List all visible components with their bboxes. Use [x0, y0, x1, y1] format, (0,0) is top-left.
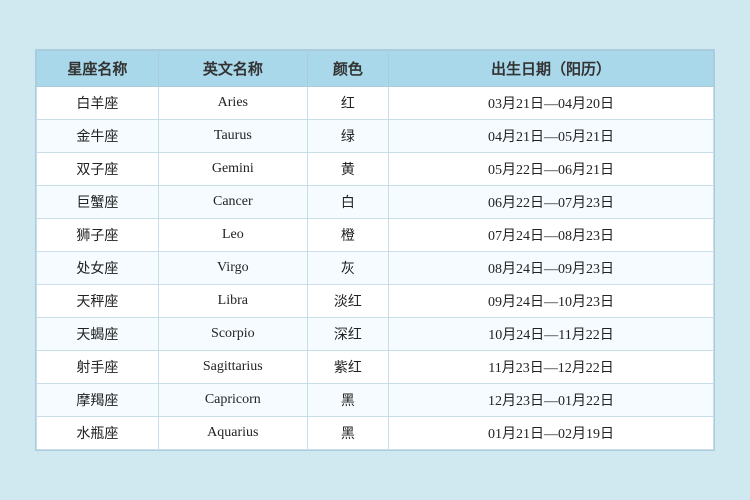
cell-cn-7: 天蝎座 [37, 318, 159, 351]
header-en-name: 英文名称 [158, 51, 307, 87]
cell-cn-4: 狮子座 [37, 219, 159, 252]
cell-color-8: 紫红 [307, 351, 388, 384]
table-row: 金牛座Taurus绿04月21日—05月21日 [37, 120, 714, 153]
cell-color-2: 黄 [307, 153, 388, 186]
table-row: 摩羯座Capricorn黑12月23日—01月22日 [37, 384, 714, 417]
table-row: 双子座Gemini黄05月22日—06月21日 [37, 153, 714, 186]
table-row: 处女座Virgo灰08月24日—09月23日 [37, 252, 714, 285]
cell-date-5: 08月24日—09月23日 [389, 252, 714, 285]
table-row: 白羊座Aries红03月21日—04月20日 [37, 87, 714, 120]
cell-en-7: Scorpio [158, 318, 307, 351]
cell-cn-1: 金牛座 [37, 120, 159, 153]
header-color: 颜色 [307, 51, 388, 87]
cell-color-0: 红 [307, 87, 388, 120]
cell-cn-8: 射手座 [37, 351, 159, 384]
cell-color-6: 淡红 [307, 285, 388, 318]
cell-en-3: Cancer [158, 186, 307, 219]
cell-cn-2: 双子座 [37, 153, 159, 186]
table-body: 白羊座Aries红03月21日—04月20日金牛座Taurus绿04月21日—0… [37, 87, 714, 450]
header-cn-name: 星座名称 [37, 51, 159, 87]
cell-en-1: Taurus [158, 120, 307, 153]
cell-date-9: 12月23日—01月22日 [389, 384, 714, 417]
cell-date-10: 01月21日—02月19日 [389, 417, 714, 450]
cell-en-2: Gemini [158, 153, 307, 186]
cell-color-1: 绿 [307, 120, 388, 153]
cell-date-4: 07月24日—08月23日 [389, 219, 714, 252]
header-date: 出生日期（阳历） [389, 51, 714, 87]
cell-date-7: 10月24日—11月22日 [389, 318, 714, 351]
cell-cn-3: 巨蟹座 [37, 186, 159, 219]
cell-cn-0: 白羊座 [37, 87, 159, 120]
cell-en-0: Aries [158, 87, 307, 120]
zodiac-table: 星座名称 英文名称 颜色 出生日期（阳历） 白羊座Aries红03月21日—04… [36, 50, 714, 450]
table-row: 天秤座Libra淡红09月24日—10月23日 [37, 285, 714, 318]
table-header-row: 星座名称 英文名称 颜色 出生日期（阳历） [37, 51, 714, 87]
cell-cn-5: 处女座 [37, 252, 159, 285]
cell-en-5: Virgo [158, 252, 307, 285]
cell-cn-6: 天秤座 [37, 285, 159, 318]
cell-color-4: 橙 [307, 219, 388, 252]
cell-color-3: 白 [307, 186, 388, 219]
cell-date-1: 04月21日—05月21日 [389, 120, 714, 153]
cell-cn-9: 摩羯座 [37, 384, 159, 417]
zodiac-table-wrapper: 星座名称 英文名称 颜色 出生日期（阳历） 白羊座Aries红03月21日—04… [35, 49, 715, 451]
cell-en-9: Capricorn [158, 384, 307, 417]
cell-color-9: 黑 [307, 384, 388, 417]
cell-en-6: Libra [158, 285, 307, 318]
cell-date-0: 03月21日—04月20日 [389, 87, 714, 120]
cell-date-2: 05月22日—06月21日 [389, 153, 714, 186]
cell-color-5: 灰 [307, 252, 388, 285]
cell-date-6: 09月24日—10月23日 [389, 285, 714, 318]
cell-color-10: 黑 [307, 417, 388, 450]
cell-cn-10: 水瓶座 [37, 417, 159, 450]
table-row: 射手座Sagittarius紫红11月23日—12月22日 [37, 351, 714, 384]
cell-color-7: 深红 [307, 318, 388, 351]
table-row: 水瓶座Aquarius黑01月21日—02月19日 [37, 417, 714, 450]
table-row: 狮子座Leo橙07月24日—08月23日 [37, 219, 714, 252]
table-row: 天蝎座Scorpio深红10月24日—11月22日 [37, 318, 714, 351]
table-row: 巨蟹座Cancer白06月22日—07月23日 [37, 186, 714, 219]
cell-en-4: Leo [158, 219, 307, 252]
cell-date-3: 06月22日—07月23日 [389, 186, 714, 219]
cell-en-8: Sagittarius [158, 351, 307, 384]
cell-en-10: Aquarius [158, 417, 307, 450]
cell-date-8: 11月23日—12月22日 [389, 351, 714, 384]
